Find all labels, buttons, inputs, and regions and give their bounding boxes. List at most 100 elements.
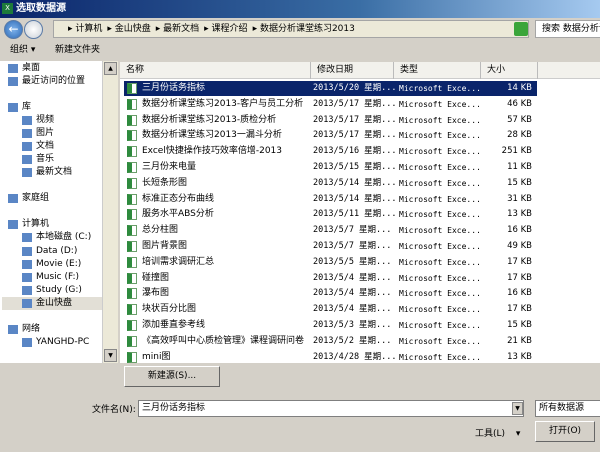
nav-item[interactable]: Movie (E:) [22, 258, 81, 271]
file-row[interactable]: 三月份来电量 2013/5/15 星期... Microsoft Exce... 11… [124, 160, 537, 175]
nav-item[interactable]: 库 [8, 101, 31, 114]
file-row[interactable]: 《高效呼叫中心质检管理》课程调研问卷 2013/5/2 星期... Microsof… [124, 334, 537, 349]
file-type: Microsoft Exce... [399, 336, 481, 346]
nav-item-label: 图片 [36, 128, 55, 138]
folder-icon [22, 338, 32, 347]
breadcrumb-item[interactable]: ▸ 课程介绍 [204, 24, 247, 34]
nav-item[interactable]: 计算机 [8, 218, 50, 231]
nav-item[interactable]: 网络 [8, 323, 41, 336]
column-empty [537, 62, 600, 79]
breadcrumb-item[interactable]: ▸ 最新文档 [156, 24, 199, 34]
nav-item[interactable]: 家庭组 [8, 192, 50, 205]
file-date: 2013/5/11 星期... [313, 209, 397, 220]
file-row[interactable]: 标准正态分布曲线 2013/5/14 星期... Microsoft Exce...… [124, 192, 537, 207]
column-type[interactable]: 类型 [393, 62, 480, 79]
open-button[interactable]: 打开(O) [535, 421, 595, 442]
breadcrumb-item[interactable]: ▸ 金山快盘 [107, 24, 150, 34]
folder-icon [22, 260, 32, 269]
column-size[interactable]: 大小 [480, 62, 537, 79]
file-size: 28 KB [507, 130, 532, 141]
file-name: 数据分析课堂练习2013-质检分析 [142, 114, 277, 125]
file-row[interactable]: 碰撞图 2013/5/4 星期... Microsoft Exce... 17 KB [124, 271, 537, 286]
nav-item[interactable]: 文档 [22, 140, 54, 153]
nav-item[interactable]: 视频 [22, 114, 54, 127]
nav-item-label: 桌面 [22, 63, 41, 73]
nav-item[interactable]: 最新文档 [22, 166, 73, 179]
nav-item-label: Study (G:) [36, 285, 82, 295]
excel-file-icon [127, 146, 137, 158]
file-size: 46 KB [507, 98, 532, 109]
file-row[interactable]: 图片背景图 2013/5/7 星期... Microsoft Exce... 49 K… [124, 239, 537, 254]
new-folder-button[interactable]: 新建文件夹 [55, 40, 100, 61]
scroll-down-button[interactable]: ▼ [104, 349, 117, 362]
file-type: Microsoft Exce... [399, 352, 481, 362]
file-type: Microsoft Exce... [399, 99, 481, 109]
file-type: Microsoft Exce... [399, 321, 481, 330]
file-row[interactable]: 数据分析课堂练习2013-质检分析 2013/5/17 星期... Microsof… [124, 113, 537, 128]
file-row[interactable]: 添加垂直参考线 2013/5/3 星期... Microsoft Exce... 15… [124, 318, 537, 333]
breadcrumb[interactable]: ▸ 计算机 ▸ 金山快盘 ▸ 最新文档 ▸ 课程介绍 ▸ 数据分析课堂练习2013 [53, 20, 529, 38]
folder-icon [22, 168, 32, 177]
nav-item-label: 最新文档 [36, 167, 73, 177]
nav-item-label: 网络 [22, 324, 41, 334]
file-size: 17 KB [507, 272, 532, 283]
nav-item-label: Data (D:) [36, 246, 78, 256]
nav-item[interactable]: 金山快盘 [2, 297, 102, 310]
file-row[interactable]: 总分柱图 2013/5/7 星期... Microsoft Exce... 16 KB [124, 223, 537, 238]
file-type-filter[interactable]: 所有数据源 [535, 400, 600, 417]
file-row[interactable]: Excel快捷操作技巧效率倍增-2013 2013/5/16 星期... Micro… [124, 144, 537, 159]
file-type: Microsoft Exce... [399, 131, 481, 141]
search-input[interactable]: 搜索 数据分析课堂练习2013 [535, 20, 600, 38]
filename-dropdown-icon[interactable]: ▼ [512, 402, 523, 415]
file-row[interactable]: 数据分析课堂练习2013一漏斗分析 2013/5/17 星期... Microsof… [124, 128, 537, 143]
nav-item[interactable]: Study (G:) [22, 284, 82, 297]
file-row[interactable]: 服务水平ABS分析 2013/5/11 星期... Microsoft Exce..… [124, 207, 537, 222]
file-type: Microsoft Exce... [399, 257, 481, 267]
file-size: 31 KB [507, 193, 532, 204]
scroll-up-button[interactable]: ▲ [104, 62, 117, 75]
new-source-button[interactable]: 新建源(S)... [124, 366, 220, 387]
filename-input[interactable]: 三月份话务指标 [138, 400, 524, 417]
nav-scrollbar[interactable]: ▲ ▼ [102, 61, 118, 363]
file-row[interactable]: 块状百分比图 2013/5/4 星期... Microsoft Exce... 17 … [124, 302, 537, 317]
file-date: 2013/5/7 星期... [313, 225, 392, 236]
title-bar: 选取数据源 [0, 0, 600, 18]
nav-item[interactable]: 桌面 [8, 62, 41, 75]
file-row[interactable]: 长短条形图 2013/5/14 星期... Microsoft Exce... 15 … [124, 176, 537, 191]
back-button[interactable]: ← [4, 20, 23, 39]
file-name: 数据分析课堂练习2013-客户与员工分析 [142, 98, 304, 109]
organize-button[interactable]: 组织 ▾ [10, 40, 35, 61]
nav-item[interactable]: 图片 [22, 127, 55, 140]
folder-icon [8, 64, 18, 73]
file-size: 11 KB [507, 162, 532, 172]
file-type: Microsoft Exce... [399, 305, 481, 315]
column-date[interactable]: 修改日期 [310, 62, 393, 79]
nav-item[interactable]: Music (F:) [22, 271, 79, 284]
nav-item[interactable]: 音乐 [22, 153, 54, 166]
excel-file-icon [127, 335, 137, 347]
nav-item[interactable]: YANGHD-PC [22, 336, 89, 349]
breadcrumb-item[interactable]: ▸ 数据分析课堂练习2013 [253, 24, 355, 34]
column-name[interactable]: 名称 [120, 62, 310, 79]
file-row[interactable]: mini图 2013/4/28 星期... Microsoft Exce... 13 … [124, 350, 537, 363]
file-date: 2013/5/17 星期... [313, 114, 397, 125]
file-date: 2013/5/14 星期... [313, 193, 397, 204]
folder-icon [22, 273, 32, 282]
file-name: 块状百分比图 [142, 304, 197, 315]
nav-item-label: 计算机 [22, 219, 50, 229]
file-type: Microsoft Exce... [399, 194, 481, 204]
file-row[interactable]: 培训需求调研汇总 2013/5/5 星期... Microsoft Exce... 1… [124, 255, 537, 270]
file-row[interactable]: 数据分析课堂练习2013-客户与员工分析 2013/5/17 星期... Micro… [124, 97, 537, 112]
folder-icon [8, 103, 18, 112]
nav-item[interactable]: 本地磁盘 (C:) [22, 231, 91, 244]
nav-item[interactable]: 最近访问的位置 [8, 75, 85, 88]
file-row[interactable]: 三月份话务指标 2013/5/20 星期... Microsoft Exce... 1… [124, 81, 537, 96]
file-size: 49 KB [507, 241, 532, 251]
refresh-icon[interactable] [514, 22, 528, 36]
nav-item-label: 家庭组 [22, 193, 50, 203]
file-row[interactable]: 瀑布图 2013/5/4 星期... Microsoft Exce... 16 KB [124, 286, 537, 301]
forward-button[interactable] [24, 20, 43, 39]
tools-button[interactable]: 工具(L) ▾ [475, 426, 520, 439]
nav-item[interactable]: Data (D:) [22, 245, 78, 258]
breadcrumb-item[interactable]: ▸ 计算机 [68, 24, 102, 34]
